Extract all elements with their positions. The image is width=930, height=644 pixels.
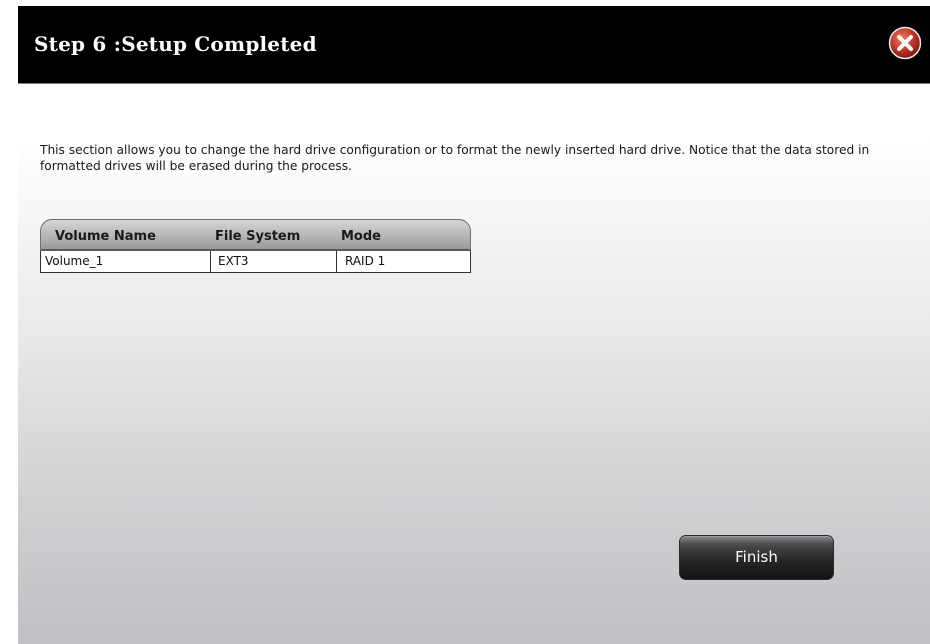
setup-dialog: Step 6 :Setup Completed This section all… [18, 6, 930, 644]
cell-mode: RAID 1 [345, 254, 386, 268]
section-description: This section allows you to change the ha… [40, 143, 870, 173]
table-row: Volume_1 EXT3 RAID 1 [40, 251, 471, 273]
column-header-mode: Mode [341, 229, 381, 244]
column-header-volume-name: Volume Name [55, 229, 156, 244]
volume-table-header: Volume Name File System Mode [40, 219, 471, 251]
volume-table: Volume Name File System Mode Volume_1 EX… [40, 219, 471, 273]
column-divider [336, 251, 337, 272]
close-button[interactable] [888, 26, 922, 60]
close-icon [888, 26, 922, 60]
cell-file-system: EXT3 [218, 254, 249, 268]
cell-volume-name: Volume_1 [45, 254, 104, 268]
finish-button[interactable]: Finish [679, 535, 834, 580]
dialog-title: Step 6 :Setup Completed [34, 32, 317, 56]
column-header-file-system: File System [215, 229, 301, 244]
column-divider [210, 251, 211, 272]
dialog-titlebar: Step 6 :Setup Completed [18, 6, 930, 84]
